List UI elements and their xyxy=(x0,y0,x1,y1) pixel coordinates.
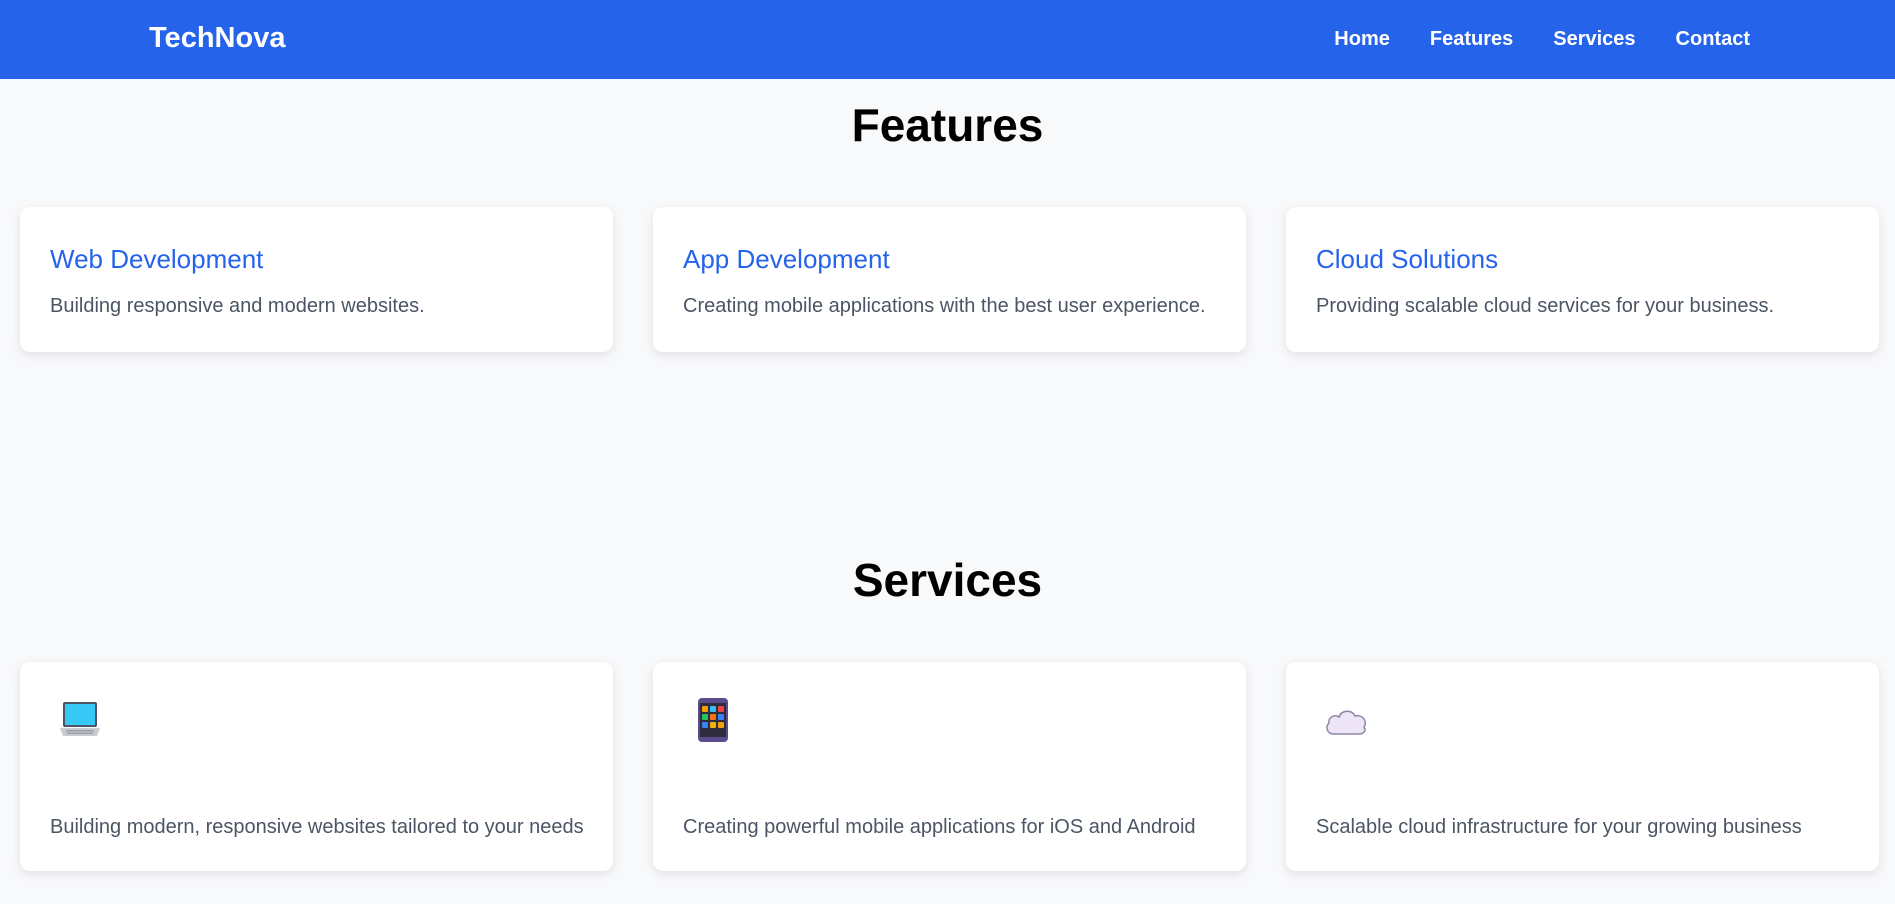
feature-card-title: Web Development xyxy=(50,244,264,274)
feature-card-title: App Development xyxy=(683,244,890,274)
feature-card-web: Web Development Building responsive and … xyxy=(20,207,613,352)
mobile-icon xyxy=(698,698,728,742)
laptop-icon xyxy=(60,702,100,736)
features-heading: Features xyxy=(851,99,1044,151)
nav-link-services[interactable]: Services xyxy=(1553,28,1635,51)
navbar: TechNova Home Features Services Contact xyxy=(0,0,1895,79)
nav-link-home[interactable]: Home xyxy=(1334,28,1390,51)
nav-links: Home Features Services Contact xyxy=(1334,0,1750,79)
service-card-description: Scalable cloud infrastructure for your g… xyxy=(1316,816,1802,838)
feature-card-description: Providing scalable cloud services for yo… xyxy=(1316,295,1774,317)
services-heading: Services xyxy=(852,554,1043,606)
feature-card-title: Cloud Solutions xyxy=(1316,244,1499,274)
service-card-description: Creating powerful mobile applications fo… xyxy=(683,816,1196,838)
feature-card-description: Building responsive and modern websites. xyxy=(50,295,425,317)
service-card-app: Creating powerful mobile applications fo… xyxy=(653,662,1246,871)
service-card-cloud: Scalable cloud infrastructure for your g… xyxy=(1286,662,1879,871)
service-card-web: Building modern, responsive websites tai… xyxy=(20,662,613,871)
nav-link-contact[interactable]: Contact xyxy=(1676,28,1750,51)
feature-card-description: Creating mobile applications with the be… xyxy=(683,295,1206,317)
feature-card-cloud: Cloud Solutions Providing scalable cloud… xyxy=(1286,207,1879,352)
nav-link-features[interactable]: Features xyxy=(1430,28,1513,51)
cloud-icon xyxy=(1326,710,1367,735)
feature-card-app: App Development Creating mobile applicat… xyxy=(653,207,1246,352)
brand-logo[interactable]: TechNova xyxy=(149,22,285,55)
service-card-description: Building modern, responsive websites tai… xyxy=(50,816,584,838)
